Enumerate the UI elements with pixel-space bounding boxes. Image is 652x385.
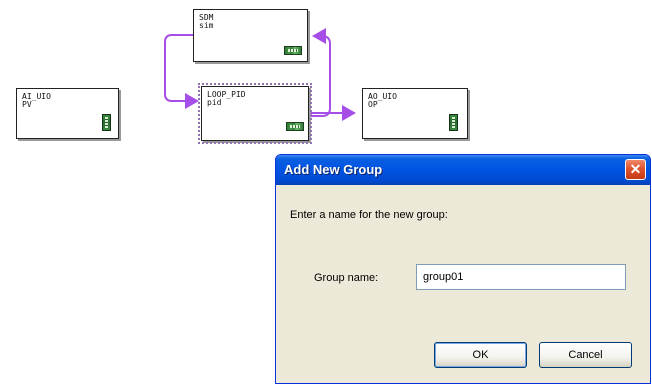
dialog-titlebar[interactable]: Add New Group ✕ — [276, 155, 650, 185]
io-channel-icon — [102, 114, 111, 131]
diagram-canvas[interactable]: SDM sim AI_UIO PV LOOP_PID pid AO_UIO OP… — [0, 0, 652, 385]
dialog-title: Add New Group — [284, 162, 383, 177]
block-ai-uio[interactable]: AI_UIO PV — [16, 88, 119, 139]
group-name-label: Group name: — [314, 272, 379, 284]
close-button[interactable]: ✕ — [625, 159, 646, 180]
link-loop-to-sdm[interactable] — [311, 28, 331, 117]
io-channel-icon — [449, 114, 458, 131]
ok-button[interactable]: OK — [434, 342, 527, 368]
add-new-group-dialog: Add New Group ✕ Enter a name for the new… — [275, 154, 651, 384]
function-block-icon — [284, 46, 302, 55]
dialog-body: Enter a name for the new group: Group na… — [280, 185, 646, 383]
cancel-button[interactable]: Cancel — [539, 342, 632, 368]
block-loop-pid-type: pid — [207, 98, 222, 107]
block-ai-uio-type: PV — [22, 100, 32, 109]
block-sdm[interactable]: SDM sim — [193, 9, 308, 62]
block-loop-pid[interactable]: LOOP_PID pid — [198, 83, 312, 144]
block-ao-uio-type: OP — [368, 100, 378, 109]
dialog-prompt: Enter a name for the new group: — [290, 209, 448, 221]
function-block-icon — [286, 122, 304, 131]
close-icon: ✕ — [629, 161, 642, 177]
block-ao-uio[interactable]: AO_UIO OP — [362, 88, 468, 139]
group-name-input[interactable] — [416, 264, 626, 290]
block-sdm-type: sim — [199, 21, 214, 30]
